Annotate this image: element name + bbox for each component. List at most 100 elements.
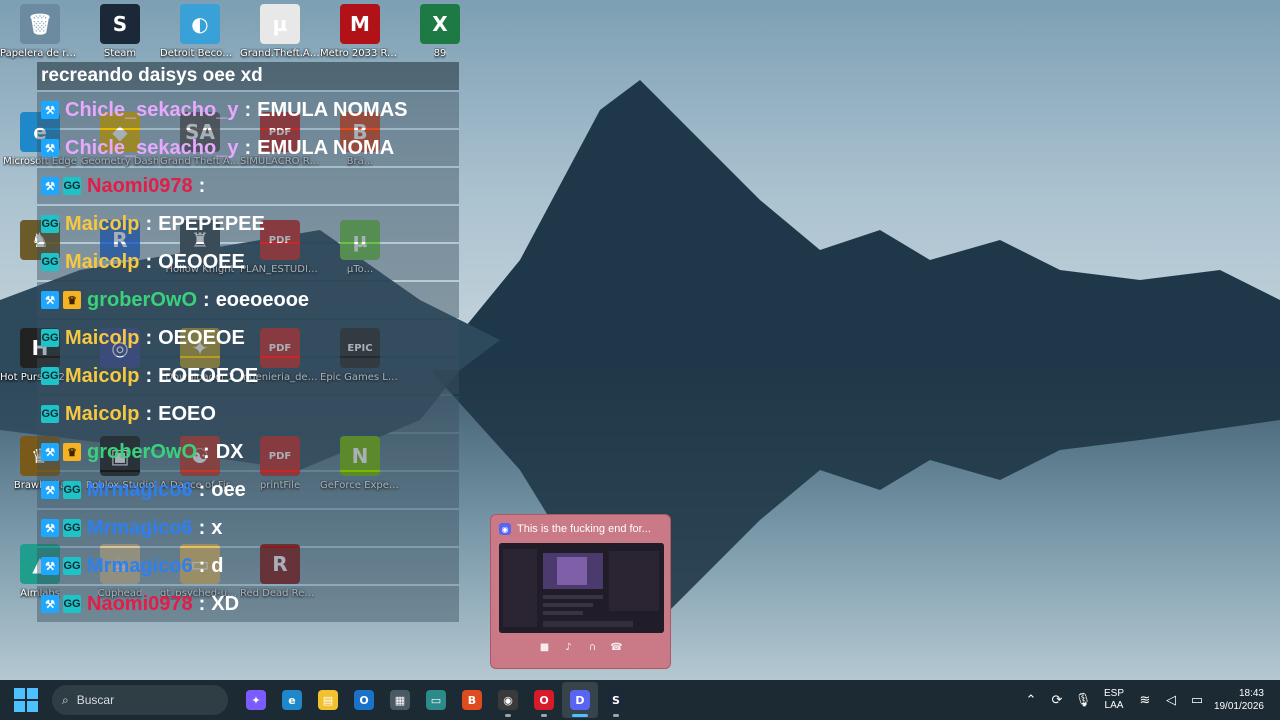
chat-separator: : — [203, 440, 210, 463]
stream-preview-thumbnail[interactable] — [499, 543, 664, 633]
discord-call-notification[interactable]: ◉ This is the fucking end for... ■ ♪ ∩ ☎ — [490, 514, 671, 669]
moderator-badge-icon: ⚒ — [41, 101, 59, 119]
volume-icon[interactable]: ◁ — [1158, 692, 1184, 708]
language-indicator[interactable]: ESP LAA — [1096, 688, 1132, 712]
desktop-icon[interactable]: X 89 — [400, 4, 480, 60]
chat-username: Maicolp — [65, 250, 140, 273]
chat-username: Naomi0978 — [87, 592, 193, 615]
chat-message: GG Maicolp: EPEPEPEE — [37, 206, 459, 242]
app-icon: M — [340, 4, 380, 44]
chat-username: Chicle_sekacho_y — [65, 98, 239, 121]
calculator-icon: ▦ — [390, 690, 410, 710]
subscriber-crown-icon: ♛ — [63, 443, 81, 461]
vip-badge-icon: GG — [41, 253, 59, 271]
taskbar-search[interactable]: ⌕ Buscar — [52, 685, 228, 715]
desktop-icon[interactable]: S Steam — [80, 4, 160, 60]
vip-badge-icon: GG — [63, 595, 81, 613]
clock[interactable]: 18:43 19/01/2026 — [1210, 687, 1280, 713]
chat-title: recreando daisys oee xd — [37, 62, 459, 90]
moderator-badge-icon: ⚒ — [41, 557, 59, 575]
subscriber-crown-icon: ♛ — [63, 291, 81, 309]
system-tray: ⌃ ⟳ 🎙 ESP LAA ≋ ◁ ▭ 18:43 19/01/2026 — [1018, 680, 1280, 720]
chat-message: GG Maicolp: OEOOEE — [37, 244, 459, 280]
chat-text: DX — [215, 440, 244, 463]
chat-separator: : — [145, 326, 153, 349]
start-button[interactable] — [14, 688, 38, 712]
vip-badge-icon: GG — [63, 177, 81, 195]
chat-message: ⚒ GG Mrmagico6: x — [37, 510, 459, 546]
chat-separator: : — [198, 478, 206, 501]
taskbar-app[interactable]: D — [562, 682, 598, 718]
moderator-badge-icon: ⚒ — [41, 519, 59, 537]
search-icon: ⌕ — [62, 692, 69, 707]
chat-separator: : — [198, 554, 206, 577]
vip-badge-icon: GG — [63, 557, 81, 575]
taskbar-app[interactable]: ▭ — [418, 682, 454, 718]
taskbar-app[interactable]: O — [346, 682, 382, 718]
app-icon: ◐ — [180, 4, 220, 44]
taskbar-app[interactable]: ▦ — [382, 682, 418, 718]
chat-text: OEOOEE — [158, 250, 245, 273]
headphones-icon[interactable]: ∩ — [585, 641, 601, 655]
camera-icon[interactable]: ■ — [537, 641, 553, 655]
taskbar-app[interactable]: ✦ — [238, 682, 274, 718]
wifi-icon[interactable]: ≋ — [1132, 692, 1158, 708]
running-indicator — [572, 714, 588, 717]
taskbar-app[interactable]: O — [526, 682, 562, 718]
chat-text: d — [211, 554, 224, 577]
vip-badge-icon: GG — [63, 519, 81, 537]
sync-icon[interactable]: ⟳ — [1044, 692, 1070, 708]
chat-overlay: recreando daisys oee xd ⚒ Chicle_sekacho_… — [37, 62, 459, 622]
desktop-icon[interactable]: ◐ Detroit Become Human — [160, 4, 240, 60]
chat-username: groberOwO — [87, 440, 198, 463]
app-icon: S — [100, 4, 140, 44]
app-icon: µ — [260, 4, 300, 44]
chat-message: ⚒ Chicle_sekacho_y: EMULA NOMAS — [37, 92, 459, 128]
taskbar-app[interactable]: ◉ — [490, 682, 526, 718]
chat-separator: : — [198, 516, 206, 539]
running-indicator — [613, 714, 619, 717]
taskbar-app[interactable]: S — [598, 682, 634, 718]
search-placeholder: Buscar — [76, 693, 115, 707]
chat-message: GG Maicolp: EOEOEOE — [37, 358, 459, 394]
chat-message: ⚒ GG Mrmagico6: oee — [37, 472, 459, 508]
file-explorer-icon: ▤ — [318, 690, 338, 710]
chat-separator: : — [198, 592, 206, 615]
microphone-icon[interactable]: 🎙 — [1070, 692, 1096, 708]
clock-date: 19/01/2026 — [1213, 701, 1264, 712]
chat-message: ⚒ ♛ groberOwO: eoeoeooe — [37, 282, 459, 318]
chat-separator: : — [145, 250, 153, 273]
hangup-icon[interactable]: ☎ — [609, 641, 625, 655]
chevron-up-icon[interactable]: ⌃ — [1018, 692, 1044, 708]
taskbar: ⌕ Buscar ✦ e ▤ O ▦ ▭ B ◉ O D S ⌃ ⟳ 🎙 ESP LAA ≋ ◁ ▭… — [0, 680, 1280, 720]
desktop-icon[interactable]: 🗑 Papelera de reciclaje — [0, 4, 80, 60]
brave-icon: B — [462, 690, 482, 710]
running-indicator — [505, 714, 511, 717]
chat-separator: : — [145, 212, 153, 235]
chat-separator: : — [145, 402, 153, 425]
chat-text: OEOEOE — [158, 326, 245, 349]
moderator-badge-icon: ⚒ — [41, 481, 59, 499]
chat-username: Chicle_sekacho_y — [65, 136, 239, 159]
taskbar-app[interactable]: B — [454, 682, 490, 718]
battery-icon[interactable]: ▭ — [1184, 692, 1210, 708]
desktop-icon-label: 89 — [433, 48, 447, 59]
taskbar-app[interactable]: ▤ — [310, 682, 346, 718]
chat-username: Mrmagico6 — [87, 478, 193, 501]
moderator-badge-icon: ⚒ — [41, 291, 59, 309]
vip-badge-icon: GG — [41, 215, 59, 233]
desktop-icon[interactable]: µ Grand.Theft.Aut... — [240, 4, 320, 60]
obs-icon: ◉ — [498, 690, 518, 710]
copilot-icon: ✦ — [246, 690, 266, 710]
mic-icon[interactable]: ♪ — [561, 641, 577, 655]
desktop-icon[interactable]: M Metro 2033 Redux — [320, 4, 400, 60]
taskbar-app[interactable]: e — [274, 682, 310, 718]
chat-text: XD — [211, 592, 240, 615]
moderator-badge-icon: ⚒ — [41, 595, 59, 613]
chat-message: GG Maicolp: EOEO — [37, 396, 459, 432]
moderator-badge-icon: ⚒ — [41, 443, 59, 461]
chat-username: Mrmagico6 — [87, 554, 193, 577]
chat-text: EMULA NOMA — [257, 136, 395, 159]
desktop-icon-label: Grand.Theft.Aut... — [240, 48, 320, 59]
chat-text: eoeoeooe — [215, 288, 310, 311]
